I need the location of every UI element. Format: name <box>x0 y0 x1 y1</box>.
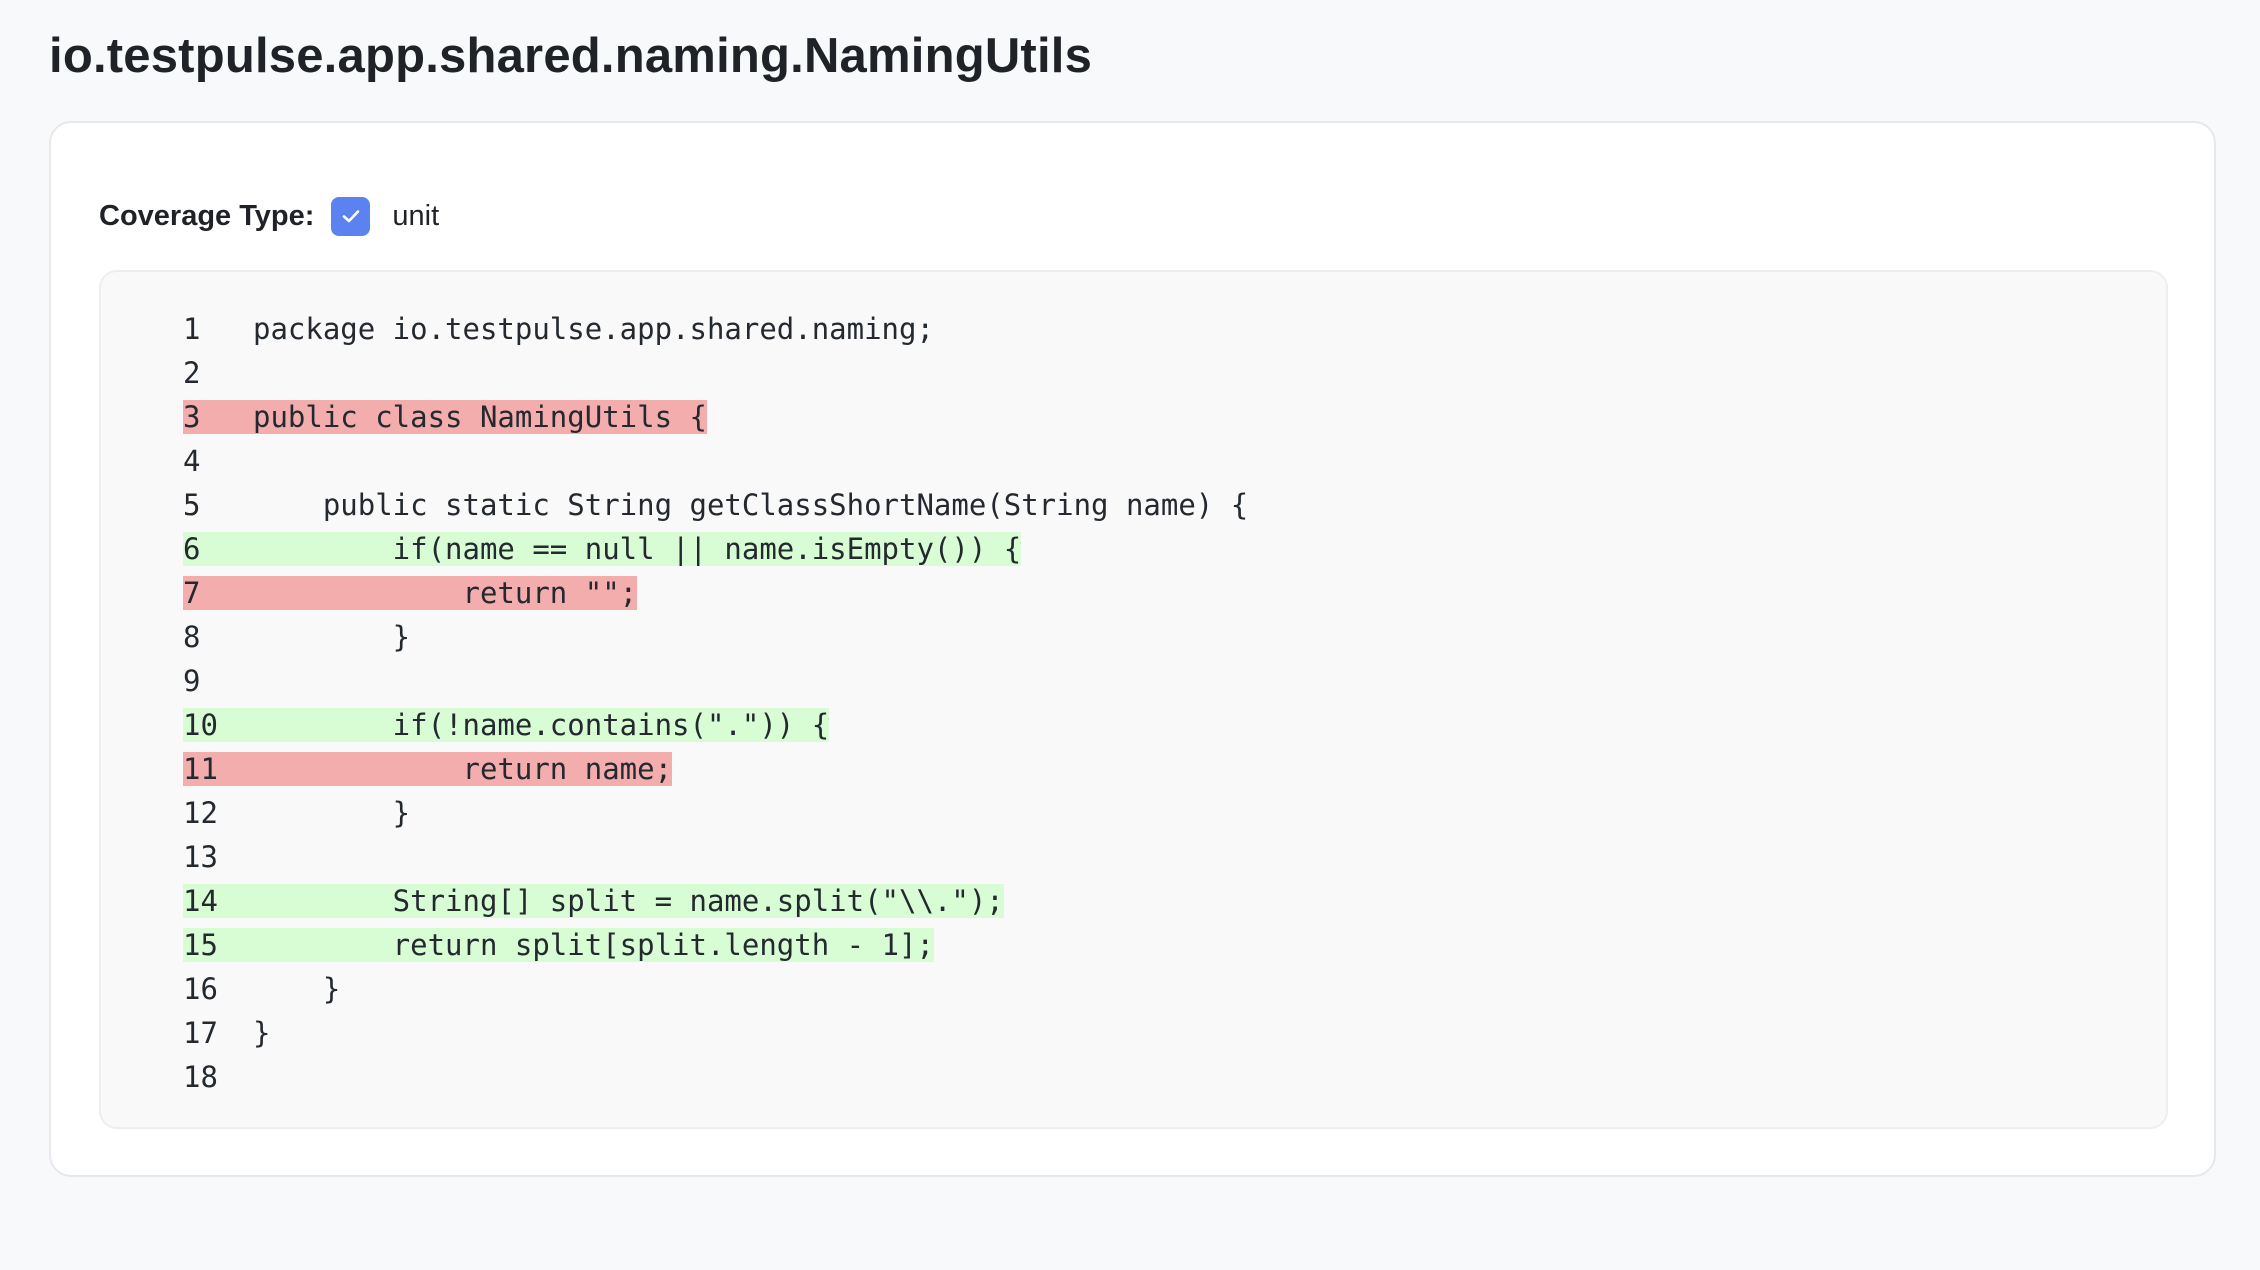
line-number: 4 <box>183 444 201 478</box>
code-line: 5 public static String getClassShortName… <box>183 483 2126 527</box>
code-text: if(name == null || name.isEmpty()) { <box>253 532 1022 566</box>
line-number: 11 <box>183 752 218 786</box>
code-line: 8 } <box>183 615 2126 659</box>
code-line-covered-highlight: 6 if(name == null || name.isEmpty()) { <box>183 532 1022 566</box>
line-number: 10 <box>183 708 218 742</box>
code-text: } <box>253 972 341 1006</box>
code-text: package io.testpulse.app.shared.naming; <box>253 312 934 346</box>
code-line-none-highlight: 9 <box>183 664 253 698</box>
code-line-none-highlight: 17} <box>183 1016 270 1050</box>
line-number: 7 <box>183 576 201 610</box>
line-number: 5 <box>183 488 201 522</box>
line-number: 15 <box>183 928 218 962</box>
code-text: } <box>253 796 411 830</box>
code-line: 6 if(name == null || name.isEmpty()) { <box>183 527 2126 571</box>
line-number: 3 <box>183 400 201 434</box>
code-line: 18 <box>183 1055 2126 1099</box>
code-text: } <box>253 620 411 654</box>
page-title: io.testpulse.app.shared.naming.NamingUti… <box>49 29 1093 83</box>
line-number: 8 <box>183 620 201 654</box>
line-number: 13 <box>183 840 218 874</box>
line-number: 12 <box>183 796 218 830</box>
code-line-none-highlight: 4 <box>183 444 253 478</box>
code-line-covered-highlight: 14 String[] split = name.split("\\."); <box>183 884 1004 918</box>
line-number: 17 <box>183 1016 218 1050</box>
code-line: 4 <box>183 439 2126 483</box>
code-line-none-highlight: 2 <box>183 356 253 390</box>
check-icon <box>342 210 360 223</box>
code-line-missed-highlight: 3 public class NamingUtils { <box>183 400 707 434</box>
code-line-missed-highlight: 7 return ""; <box>183 576 638 610</box>
code-line-covered-highlight: 10 if(!name.contains(".")) { <box>183 708 830 742</box>
code-line: 3 public class NamingUtils { <box>183 395 2126 439</box>
code-line: 1 package io.testpulse.app.shared.naming; <box>183 307 2126 351</box>
code-line-missed-highlight: 11 return name; <box>183 752 673 786</box>
coverage-card: Coverage Type: unit 1 package io.testpuls… <box>49 121 2216 1177</box>
code-line: 17} <box>183 1011 2126 1055</box>
line-number: 6 <box>183 532 201 566</box>
code-text: public static String getClassShortName(S… <box>253 488 1249 522</box>
code-line: 13 <box>183 835 2126 879</box>
code-line: 9 <box>183 659 2126 703</box>
line-number: 2 <box>183 356 201 390</box>
code-text: } <box>253 1016 271 1050</box>
source-code-lines: 1 package io.testpulse.app.shared.naming;… <box>183 307 2126 1099</box>
code-line: 16 } <box>183 967 2126 1011</box>
code-line-none-highlight: 1 package io.testpulse.app.shared.naming; <box>183 312 934 346</box>
code-line: 2 <box>183 351 2126 395</box>
line-number: 14 <box>183 884 218 918</box>
line-number: 18 <box>183 1060 218 1094</box>
code-line: 12 } <box>183 791 2126 835</box>
code-line-none-highlight: 16 } <box>183 972 340 1006</box>
code-line-none-highlight: 8 } <box>183 620 410 654</box>
code-line-none-highlight: 12 } <box>183 796 410 830</box>
code-text: String[] split = name.split("\\."); <box>253 884 1004 918</box>
unit-coverage-label[interactable]: unit <box>392 196 439 236</box>
line-number: 9 <box>183 664 201 698</box>
code-line: 15 return split[split.length - 1]; <box>183 923 2126 967</box>
code-text: return ""; <box>253 576 638 610</box>
code-line-none-highlight: 5 public static String getClassShortName… <box>183 488 1248 522</box>
code-line: 11 return name; <box>183 747 2126 791</box>
code-line: 7 return ""; <box>183 571 2126 615</box>
code-line-covered-highlight: 15 return split[split.length - 1]; <box>183 928 934 962</box>
code-text: if(!name.contains(".")) { <box>253 708 830 742</box>
code-line: 10 if(!name.contains(".")) { <box>183 703 2126 747</box>
unit-coverage-checkbox[interactable] <box>331 196 371 236</box>
code-text: public class NamingUtils { <box>253 400 707 434</box>
coverage-type-label: Coverage Type: <box>99 200 315 232</box>
code-text: return split[split.length - 1]; <box>253 928 934 962</box>
coverage-type-filter: Coverage Type: unit <box>99 191 439 241</box>
source-code-panel: 1 package io.testpulse.app.shared.naming;… <box>99 270 2168 1129</box>
code-line: 14 String[] split = name.split("\\."); <box>183 879 2126 923</box>
code-line-none-highlight: 18 <box>183 1060 253 1094</box>
line-number: 16 <box>183 972 218 1006</box>
line-number: 1 <box>183 312 201 346</box>
code-text: return name; <box>253 752 673 786</box>
code-line-none-highlight: 13 <box>183 840 253 874</box>
